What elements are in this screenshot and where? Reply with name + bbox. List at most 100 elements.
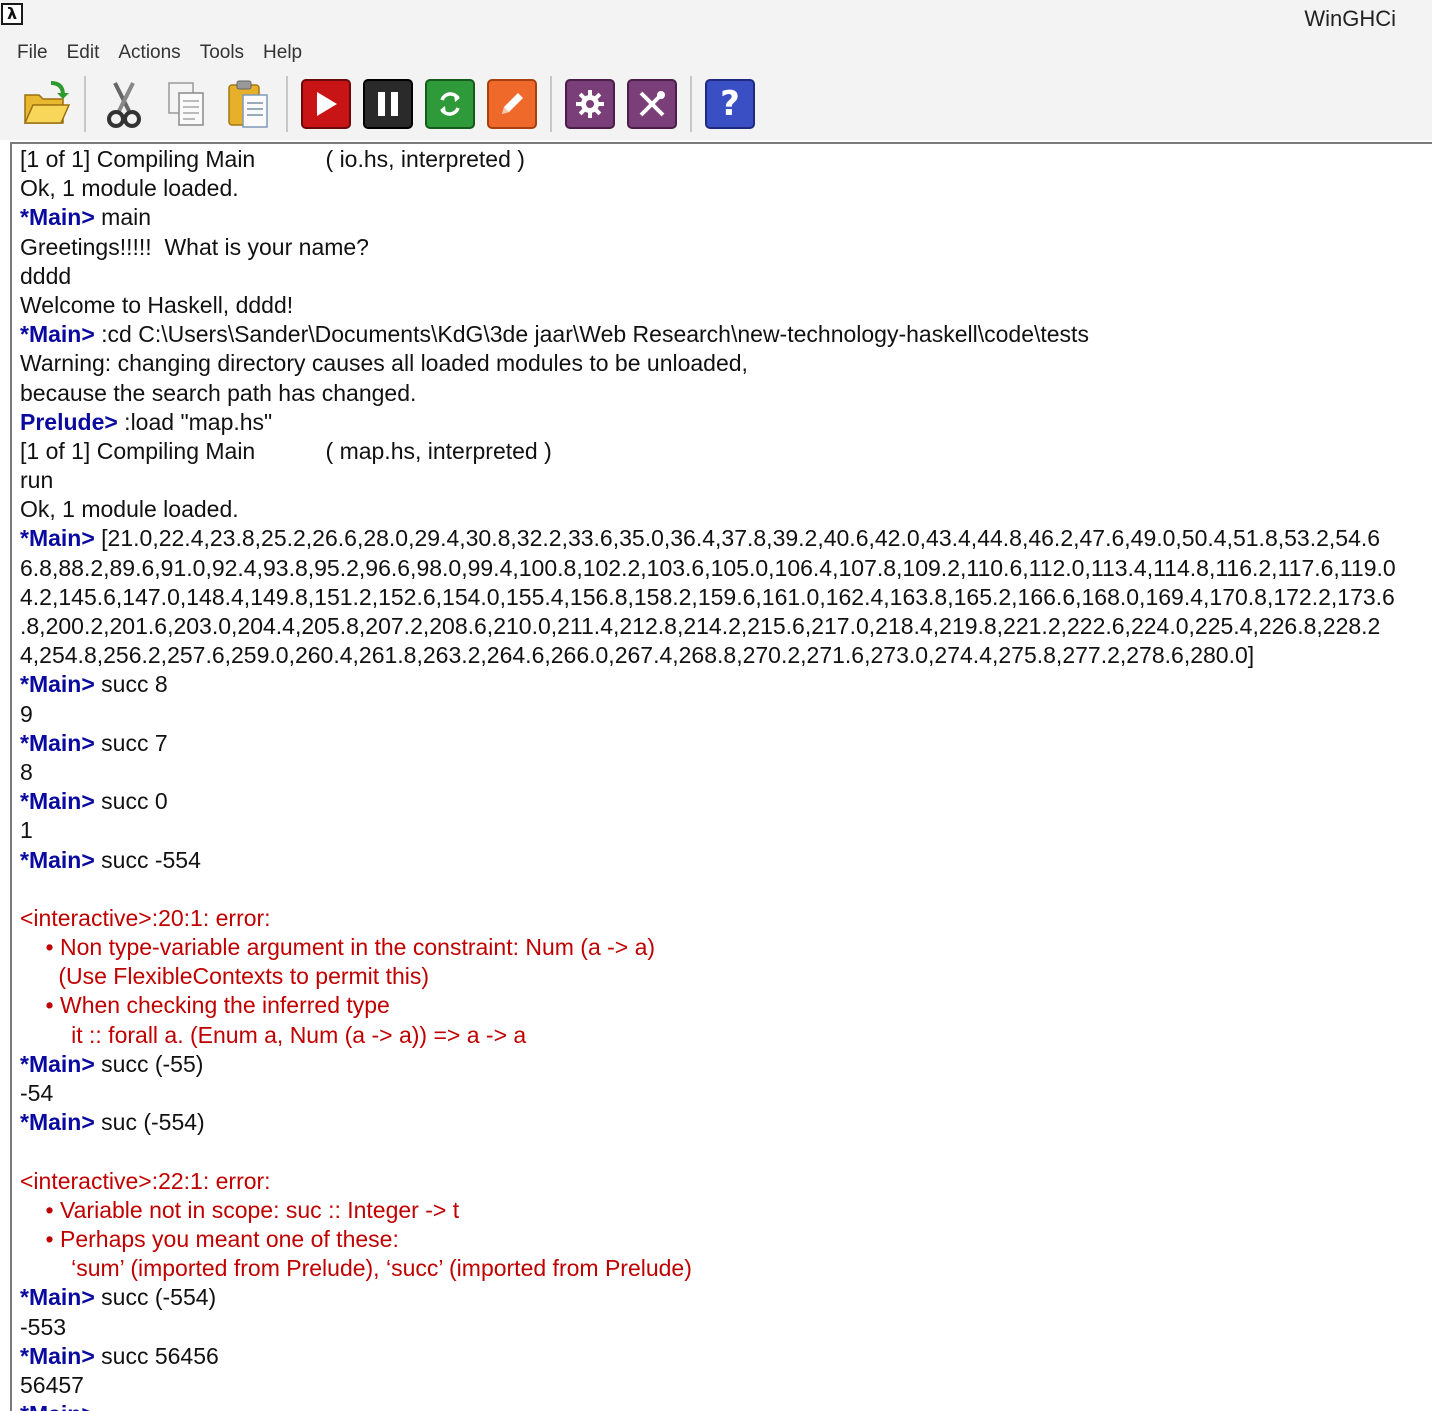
console-text: 1	[20, 817, 33, 844]
ghci-prompt: *Main>	[20, 525, 95, 552]
console-command-line: *Main>	[20, 1400, 1432, 1411]
console-text: dddd	[20, 262, 72, 289]
console-text: :load "map.hs"	[117, 408, 273, 435]
console-text: (Use FlexibleContexts to permit this)	[20, 963, 430, 990]
paste-button[interactable]	[222, 78, 274, 130]
pencil-icon	[487, 79, 537, 129]
menu-help[interactable]: Help	[258, 40, 307, 66]
console-text: Welcome to Haskell, dddd!	[20, 291, 294, 318]
console-text: • Perhaps you meant one of these:	[20, 1225, 399, 1252]
console-text: <interactive>:20:1: error:	[20, 904, 271, 931]
console-text: succ (-55)	[94, 1050, 204, 1077]
toolbar-separator	[84, 76, 86, 132]
reload-icon	[425, 79, 475, 129]
tools-button[interactable]	[626, 78, 678, 130]
console-error-line: <interactive>:22:1: error:	[20, 1167, 1432, 1196]
toolbar-separator	[550, 76, 552, 132]
console-error-line: it :: forall a. (Enum a, Num (a -> a)) =…	[20, 1021, 1432, 1050]
console-text: • Non type-variable argument in the cons…	[20, 934, 656, 961]
console-command-line: *Main> succ (-55)	[20, 1050, 1432, 1079]
console-error-line: <interactive>:20:1: error:	[20, 904, 1432, 933]
console-output-line: .8,200.2,201.6,203.0,204.4,205.8,207.2,2…	[20, 612, 1432, 641]
ghci-prompt: Prelude>	[20, 408, 118, 435]
run-button[interactable]	[300, 78, 352, 130]
menu-file[interactable]: File	[12, 40, 53, 66]
console-text: succ (-554)	[94, 1284, 217, 1311]
console-text: Ok, 1 module loaded.	[20, 496, 239, 523]
reload-button[interactable]	[424, 78, 476, 130]
help-button[interactable]: ?	[704, 78, 756, 130]
options-button[interactable]	[564, 78, 616, 130]
lambda-app-icon[interactable]: λ	[1, 3, 23, 25]
console-command-line: *Main> main	[20, 203, 1432, 232]
console-output-line: [1 of 1] Compiling Main ( map.hs, interp…	[20, 437, 1432, 466]
console-text: 4.2,145.6,147.0,148.4,149.8,151.2,152.6,…	[20, 583, 1395, 610]
console-command-line: *Main> [21.0,22.4,23.8,25.2,26.6,28.0,29…	[20, 524, 1432, 553]
wrench-screwdriver-icon	[627, 79, 677, 129]
console-text: <interactive>:22:1: error:	[20, 1167, 271, 1194]
copy-button[interactable]	[160, 78, 212, 130]
console-command-line: *Main> succ 56456	[20, 1342, 1432, 1371]
console-text: :cd C:\Users\Sander\Documents\KdG\3de ja…	[94, 321, 1089, 348]
open-folder-button[interactable]	[20, 78, 72, 130]
console-text: 6.8,88.2,89.6,91.0,92.4,93.8,95.2,96.6,9…	[20, 554, 1396, 581]
ghci-prompt: *Main>	[20, 321, 95, 348]
console-text: .8,200.2,201.6,203.0,204.4,205.8,207.2,2…	[20, 613, 1381, 639]
menu-tools[interactable]: Tools	[195, 40, 249, 66]
copy-icon	[168, 82, 204, 126]
play-icon	[301, 79, 351, 129]
console-text: succ 7	[94, 729, 168, 756]
console-error-line: • Perhaps you meant one of these:	[20, 1225, 1432, 1254]
console-text: • When checking the inferred type	[20, 992, 390, 1019]
console-error-line: ‘sum’ (imported from Prelude), ‘succ’ (i…	[20, 1254, 1432, 1283]
console-text: succ 56456	[94, 1342, 219, 1369]
clipboard-icon	[228, 80, 268, 128]
window-title: WinGHCi	[1304, 6, 1396, 31]
console-output-line: Ok, 1 module loaded.	[20, 495, 1432, 524]
console-command-line: *Main> succ 7	[20, 729, 1432, 758]
console-output-line: Welcome to Haskell, dddd!	[20, 291, 1432, 320]
menu-edit[interactable]: Edit	[62, 40, 105, 66]
console-command-line: *Main> suc (-554)	[20, 1108, 1432, 1137]
console-command-line: *Main> succ (-554)	[20, 1283, 1432, 1312]
console-output-line: 4,254.8,256.2,257.6,259.0,260.4,261.8,26…	[20, 641, 1432, 670]
ghci-prompt: *Main>	[20, 846, 95, 873]
console-output-line: 1	[20, 816, 1432, 845]
ghci-prompt: *Main>	[20, 1284, 95, 1311]
console-text: succ -554	[94, 846, 201, 873]
console-command-line: *Main> :cd C:\Users\Sander\Documents\KdG…	[20, 320, 1432, 349]
ghci-prompt: *Main>	[20, 671, 95, 698]
console-text: because the search path has changed.	[20, 379, 417, 406]
console-text: Warning: changing directory causes all l…	[20, 350, 748, 377]
ghci-prompt: *Main>	[20, 204, 95, 231]
menu-actions[interactable]: Actions	[113, 40, 185, 66]
edit-button[interactable]	[486, 78, 538, 130]
console-error-line: (Use FlexibleContexts to permit this)	[20, 962, 1432, 991]
console-output[interactable]: [1 of 1] Compiling Main ( io.hs, interpr…	[10, 142, 1432, 1411]
console-command-line: *Main> succ -554	[20, 846, 1432, 875]
console-error-line: • Non type-variable argument in the cons…	[20, 933, 1432, 962]
console-text: main	[94, 204, 152, 231]
pause-button[interactable]	[362, 78, 414, 130]
open-folder-icon	[23, 81, 71, 124]
console-text: -553	[20, 1313, 67, 1340]
console-output-line: Ok, 1 module loaded.	[20, 174, 1432, 203]
ghci-prompt: *Main>	[20, 1401, 95, 1411]
console-output-line: dddd	[20, 262, 1432, 291]
console-output-line: run	[20, 466, 1432, 495]
console-command-line: *Main> succ 0	[20, 787, 1432, 816]
console-output-line: 4.2,145.6,147.0,148.4,149.8,151.2,152.6,…	[20, 583, 1432, 612]
ghci-prompt: *Main>	[20, 788, 95, 815]
console-text: 8	[20, 758, 33, 785]
question-icon: ?	[705, 79, 755, 129]
console-text: run	[20, 467, 54, 494]
cut-button[interactable]	[98, 78, 150, 130]
console-text: Ok, 1 module loaded.	[20, 175, 239, 202]
ghci-prompt: *Main>	[20, 1050, 95, 1077]
console-text: [21.0,22.4,23.8,25.2,26.6,28.0,29.4,30.8…	[94, 525, 1381, 552]
scissors-icon	[107, 82, 141, 128]
console-output-line: 6.8,88.2,89.6,91.0,92.4,93.8,95.2,96.6,9…	[20, 554, 1432, 583]
console-text: Greetings!!!!! What is your name?	[20, 233, 369, 260]
